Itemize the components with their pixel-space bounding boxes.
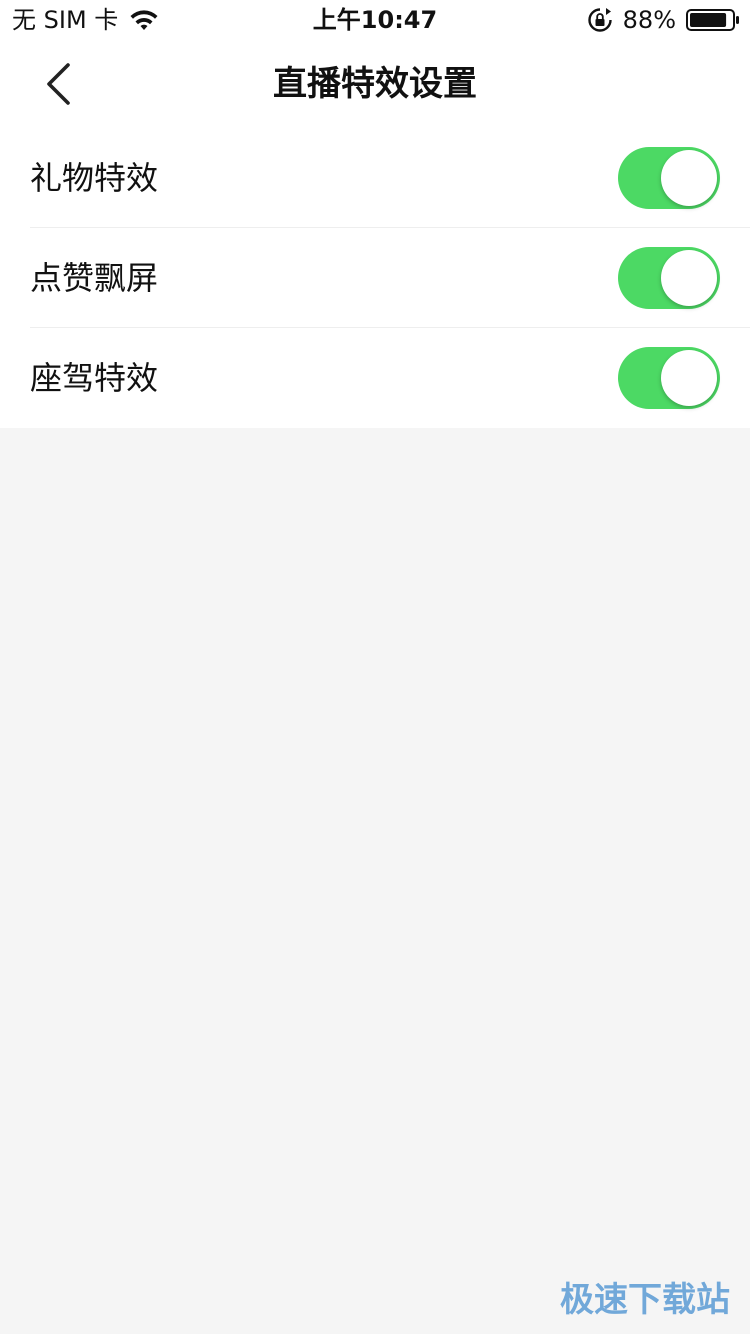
battery-icon (686, 9, 739, 31)
status-right: 88% (587, 6, 740, 34)
watermark: 极速下载站 (560, 1280, 730, 1320)
toggle-knob (661, 250, 717, 306)
settings-row-vehicle-effects: 座驾特效 (0, 328, 750, 428)
settings-list: 礼物特效 点赞飘屏 座驾特效 (0, 128, 750, 428)
settings-row-label: 座驾特效 (30, 359, 159, 397)
toggle-knob (661, 350, 717, 406)
page-title: 直播特效设置 (273, 64, 477, 104)
like-float-toggle[interactable] (618, 247, 720, 309)
vehicle-effects-toggle[interactable] (618, 347, 720, 409)
settings-row-label: 礼物特效 (30, 159, 159, 197)
gift-effects-toggle[interactable] (618, 147, 720, 209)
status-bar: 无 SIM 卡 上午10:47 88% (0, 0, 750, 40)
nav-bar: 直播特效设置 (0, 40, 750, 128)
settings-row-gift-effects: 礼物特效 (0, 128, 750, 228)
settings-row-label: 点赞飘屏 (30, 259, 159, 297)
toggle-knob (661, 150, 717, 206)
lock-rotation-icon (587, 8, 612, 32)
battery-percent: 88% (622, 6, 676, 34)
settings-row-like-float: 点赞飘屏 (0, 228, 750, 328)
